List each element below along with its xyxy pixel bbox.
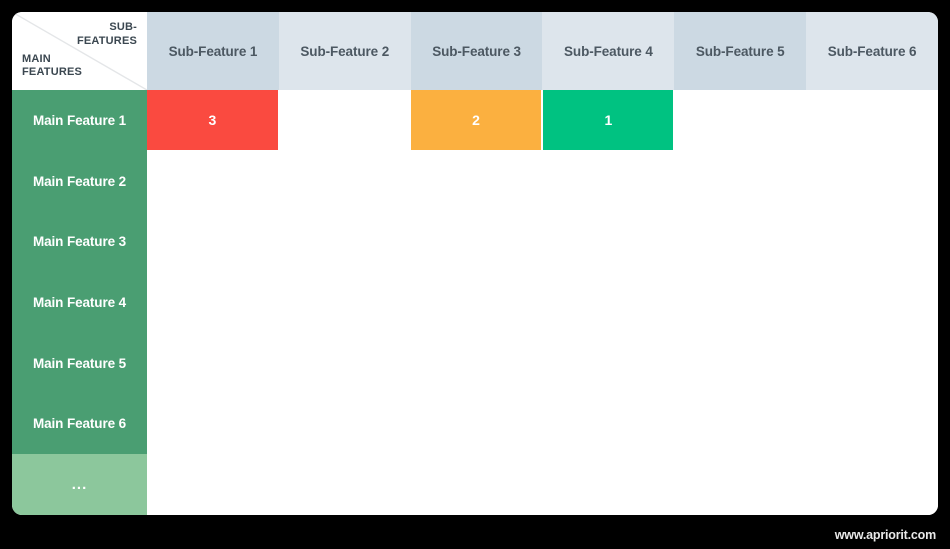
sub-features-axis-label: SUB- FEATURES [77, 21, 137, 49]
matrix-cell-r5-c6[interactable] [806, 332, 938, 394]
row-header-main-feature-4[interactable]: Main Feature 4 [12, 272, 148, 333]
matrix-cell-r7-c1[interactable] [147, 454, 279, 515]
matrix-cell-r6-c5[interactable] [674, 393, 807, 455]
matrix-cell-r6-c1[interactable] [147, 393, 279, 455]
column-header-sub-feature-4[interactable]: Sub-Feature 4 [542, 12, 675, 90]
matrix-cell-r3-c5[interactable] [674, 211, 807, 273]
row-header-main-feature-2[interactable]: Main Feature 2 [12, 150, 148, 212]
matrix-row: Main Feature 2 [12, 150, 938, 212]
main-features-axis-label-line1: MAIN [22, 52, 51, 65]
matrix-cell-r1-c5[interactable] [674, 90, 807, 151]
header-row: SUB- FEATURES MAIN FEATURES Sub-Feature … [12, 12, 938, 91]
matrix-cell-r4-c6[interactable] [806, 272, 938, 333]
matrix-cell-r7-c2[interactable] [278, 454, 411, 515]
matrix-cell-r6-c2[interactable] [278, 393, 411, 455]
matrix-cell-r6-c6[interactable] [806, 393, 938, 455]
matrix-cell-r2-c1[interactable] [147, 150, 279, 212]
matrix-cell-r2-c5[interactable] [674, 150, 807, 212]
matrix-cell-r4-c2[interactable] [278, 272, 411, 333]
matrix-row: ... [12, 454, 938, 515]
sub-features-axis-label-line2: FEATURES [76, 34, 138, 47]
matrix-cell-r3-c6[interactable] [806, 211, 938, 273]
feature-matrix-card: SUB- FEATURES MAIN FEATURES Sub-Feature … [12, 12, 938, 515]
matrix-row: Main Feature 4 [12, 272, 938, 333]
matrix-cell-r5-c5[interactable] [674, 332, 807, 394]
matrix-cell-r3-c2[interactable] [278, 211, 411, 273]
matrix-cell-r1-c6[interactable] [806, 90, 938, 151]
row-header-main-feature-1[interactable]: Main Feature 1 [12, 90, 148, 151]
matrix-cell-r3-c1[interactable] [147, 211, 279, 273]
matrix-header: SUB- FEATURES MAIN FEATURES Sub-Feature … [12, 12, 938, 91]
main-features-axis-label: MAIN FEATURES [22, 53, 82, 81]
matrix-cell-r7-c5[interactable] [674, 454, 807, 515]
matrix-cell-r5-c2[interactable] [278, 332, 411, 394]
column-header-sub-feature-6[interactable]: Sub-Feature 6 [806, 12, 938, 90]
row-header-main-feature-7[interactable]: ... [12, 454, 148, 515]
matrix-row: Main Feature 13 21 [12, 90, 938, 152]
matrix-cell-r1-c1[interactable]: 3 [147, 90, 280, 152]
matrix-cell-r3-c3[interactable] [410, 211, 543, 273]
matrix-cell-r2-c4[interactable] [542, 150, 675, 212]
matrix-row: Main Feature 3 [12, 211, 938, 273]
row-header-main-feature-3[interactable]: Main Feature 3 [12, 211, 148, 273]
matrix-body: Main Feature 1 3 2 1 Main Feature 2 Main Feat… [12, 90, 938, 515]
axis-corner-cell: SUB- FEATURES MAIN FEATURES [12, 12, 148, 91]
matrix-cell-r1-c3[interactable]: 2 [410, 90, 544, 152]
row-header-main-feature-5[interactable]: Main Feature 5 [12, 332, 148, 394]
matrix-cell-r5-c1[interactable] [147, 332, 279, 394]
screenshot-root: SUB- FEATURES MAIN FEATURES Sub-Feature … [0, 0, 950, 549]
column-header-sub-feature-1[interactable]: Sub-Feature 1 [147, 12, 279, 90]
matrix-cell-r1-c4[interactable]: 1 [542, 90, 676, 152]
matrix-cell-r7-c4[interactable] [542, 454, 675, 515]
row-header-main-feature-6[interactable]: Main Feature 6 [12, 393, 148, 455]
matrix-cell-r6-c4[interactable] [542, 393, 675, 455]
matrix-row: Main Feature 6 [12, 393, 938, 455]
sub-features-axis-label-line1: SUB- [109, 21, 138, 33]
matrix-cell-r5-c3[interactable] [410, 332, 543, 394]
matrix-cell-r6-c3[interactable] [410, 393, 543, 455]
ellipsis-label: ... [71, 476, 88, 494]
matrix-row: Main Feature 5 [12, 332, 938, 394]
matrix-cell-r1-c2[interactable] [278, 90, 411, 151]
matrix-cell-r5-c4[interactable] [542, 332, 675, 394]
column-header-sub-feature-5[interactable]: Sub-Feature 5 [674, 12, 807, 90]
column-header-sub-feature-3[interactable]: Sub-Feature 3 [410, 12, 543, 90]
main-features-axis-label-line2: FEATURES [22, 66, 83, 79]
matrix-cell-r7-c3[interactable] [410, 454, 543, 515]
site-watermark: www.apriorit.com [834, 528, 936, 542]
matrix-cell-r4-c4[interactable] [542, 272, 675, 333]
matrix-cell-r3-c4[interactable] [542, 211, 675, 273]
feature-matrix-table: SUB- FEATURES MAIN FEATURES Sub-Feature … [12, 12, 938, 515]
matrix-cell-r4-c5[interactable] [674, 272, 807, 333]
matrix-cell-r2-c6[interactable] [806, 150, 938, 212]
matrix-cell-r4-c1[interactable] [147, 272, 279, 333]
matrix-cell-r4-c3[interactable] [410, 272, 543, 333]
matrix-cell-r2-c2[interactable] [278, 150, 411, 212]
column-header-sub-feature-2[interactable]: Sub-Feature 2 [278, 12, 411, 90]
matrix-cell-r2-c3[interactable] [410, 150, 543, 212]
matrix-cell-r7-c6[interactable] [806, 454, 938, 515]
